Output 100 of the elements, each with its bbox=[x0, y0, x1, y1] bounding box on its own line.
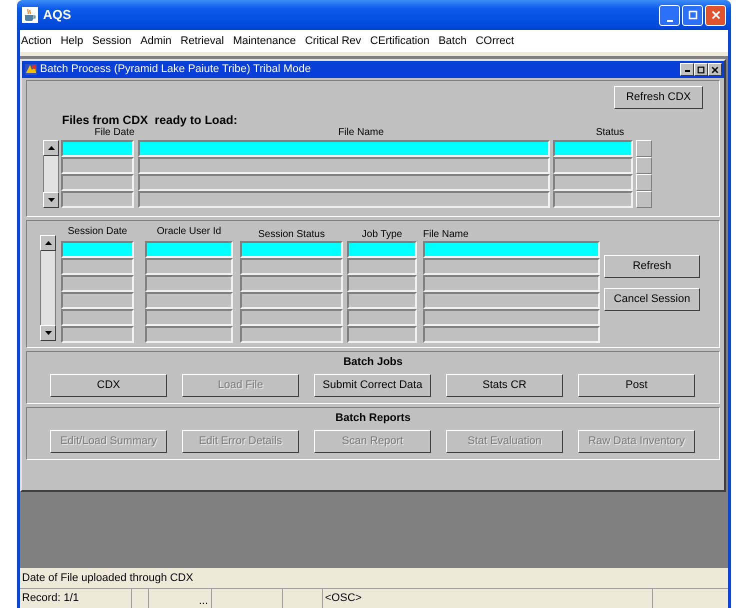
scroll-up-button[interactable] bbox=[40, 235, 56, 251]
table-cell[interactable] bbox=[138, 191, 550, 208]
table-cell[interactable] bbox=[240, 292, 343, 309]
window-title: AQS bbox=[43, 6, 72, 24]
table-cell[interactable] bbox=[145, 258, 233, 275]
refresh-button[interactable]: Refresh bbox=[604, 255, 700, 278]
up-arrow-icon bbox=[44, 241, 52, 245]
table-cell[interactable] bbox=[240, 258, 343, 275]
menu-item[interactable]: Admin bbox=[140, 32, 172, 50]
close-button[interactable] bbox=[708, 63, 722, 76]
table-cell[interactable] bbox=[240, 326, 343, 343]
column-header: Oracle User Id bbox=[156, 226, 222, 239]
mode-indicator: <OSC> bbox=[323, 589, 653, 608]
maximize-button[interactable] bbox=[694, 63, 708, 76]
form-title: Batch Process (Pyramid Lake Paiute Tribe) Tribal Mode bbox=[40, 62, 311, 78]
down-arrow-icon bbox=[48, 198, 54, 202]
table-cell[interactable] bbox=[423, 309, 600, 326]
table-cell[interactable] bbox=[240, 241, 343, 258]
table-cell[interactable] bbox=[553, 140, 633, 157]
minimize-icon bbox=[666, 20, 672, 22]
column-header: Session Status bbox=[258, 229, 325, 241]
table-cell[interactable] bbox=[423, 326, 600, 343]
column-header: File Name bbox=[338, 127, 384, 139]
table-cell[interactable] bbox=[61, 275, 134, 292]
menu-item[interactable]: CErtification bbox=[370, 32, 430, 50]
table-cell[interactable] bbox=[423, 275, 600, 292]
batch-button[interactable]: Stats CR bbox=[446, 374, 563, 397]
close-icon bbox=[710, 10, 720, 20]
table-cell[interactable] bbox=[138, 174, 550, 191]
table-cell[interactable] bbox=[61, 258, 134, 275]
table-cell[interactable] bbox=[61, 309, 134, 326]
table-cell[interactable] bbox=[240, 309, 343, 326]
maximize-icon bbox=[688, 10, 698, 20]
table-cell[interactable] bbox=[61, 191, 134, 208]
menu-item[interactable]: Action bbox=[21, 32, 52, 50]
menu-item[interactable]: Critical Rev bbox=[304, 32, 362, 50]
table-cell[interactable] bbox=[347, 292, 417, 309]
column-header: Job Type bbox=[362, 229, 402, 241]
minimize-icon bbox=[684, 70, 690, 72]
down-arrow-icon bbox=[44, 331, 52, 335]
table-cell[interactable] bbox=[61, 140, 134, 157]
table-cell[interactable] bbox=[145, 326, 233, 343]
scroll-down-button[interactable] bbox=[40, 325, 56, 341]
scroll-down-button[interactable] bbox=[43, 192, 59, 208]
table-cell[interactable] bbox=[347, 326, 417, 343]
section-heading: Batch Jobs bbox=[343, 356, 403, 369]
scrollbar[interactable] bbox=[40, 235, 56, 341]
table-cell[interactable] bbox=[61, 292, 134, 309]
table-cell[interactable] bbox=[61, 174, 134, 191]
status-field: ... bbox=[198, 594, 208, 608]
column-header: Status bbox=[596, 127, 624, 139]
table-cell[interactable] bbox=[347, 258, 417, 275]
table-cell[interactable] bbox=[240, 275, 343, 292]
record-count: Record: 1/1 bbox=[20, 589, 132, 608]
minimize-button[interactable] bbox=[680, 63, 694, 76]
table-cell[interactable] bbox=[145, 309, 233, 326]
table-cell[interactable] bbox=[423, 241, 600, 258]
table-cell[interactable] bbox=[138, 157, 550, 174]
table-cell[interactable] bbox=[145, 292, 233, 309]
java-cup-icon bbox=[22, 7, 38, 23]
table-cell[interactable] bbox=[423, 258, 600, 275]
table-cell[interactable] bbox=[61, 241, 134, 258]
row-button[interactable] bbox=[636, 174, 652, 191]
form-icon bbox=[24, 63, 38, 76]
table-cell[interactable] bbox=[347, 309, 417, 326]
table-cell[interactable] bbox=[138, 140, 550, 157]
refresh-cdx-button[interactable]: Refresh CDX bbox=[614, 86, 703, 109]
row-button[interactable] bbox=[636, 140, 652, 157]
menu-item[interactable]: Maintenance bbox=[232, 32, 296, 50]
table-cell[interactable] bbox=[423, 292, 600, 309]
column-header: File Name bbox=[423, 229, 469, 241]
column-header: Session Date bbox=[68, 226, 128, 239]
menu-item[interactable]: COrrect bbox=[476, 32, 514, 50]
menu-item[interactable]: Retrieval bbox=[180, 32, 224, 50]
table-cell[interactable] bbox=[553, 191, 633, 208]
menu-item[interactable]: Session bbox=[92, 32, 132, 50]
hint-text: Date of File uploaded through CDX bbox=[22, 570, 194, 586]
table-cell[interactable] bbox=[61, 157, 134, 174]
table-cell[interactable] bbox=[347, 241, 417, 258]
scrollbar[interactable] bbox=[43, 140, 59, 208]
batch-button[interactable]: Post bbox=[578, 374, 695, 397]
maximize-icon bbox=[697, 66, 705, 74]
table-cell[interactable] bbox=[553, 174, 633, 191]
row-button[interactable] bbox=[636, 191, 652, 208]
row-button[interactable] bbox=[636, 157, 652, 174]
menu-item[interactable]: Help bbox=[60, 32, 84, 50]
table-cell[interactable] bbox=[61, 326, 134, 343]
section-heading: Files from CDX ready to Load: bbox=[62, 114, 238, 127]
column-header: File Date bbox=[94, 127, 134, 139]
table-cell[interactable] bbox=[145, 275, 233, 292]
table-cell[interactable] bbox=[347, 275, 417, 292]
close-icon bbox=[711, 66, 719, 74]
up-arrow-icon bbox=[48, 146, 54, 150]
menu-item[interactable]: Batch bbox=[438, 32, 467, 50]
table-cell[interactable] bbox=[553, 157, 633, 174]
cancel-session-button[interactable]: Cancel Session bbox=[604, 288, 700, 311]
scroll-up-button[interactable] bbox=[43, 140, 59, 156]
batch-button[interactable]: Submit Correct Data bbox=[314, 374, 431, 397]
batch-button[interactable]: CDX bbox=[50, 374, 167, 397]
table-cell[interactable] bbox=[145, 241, 233, 258]
